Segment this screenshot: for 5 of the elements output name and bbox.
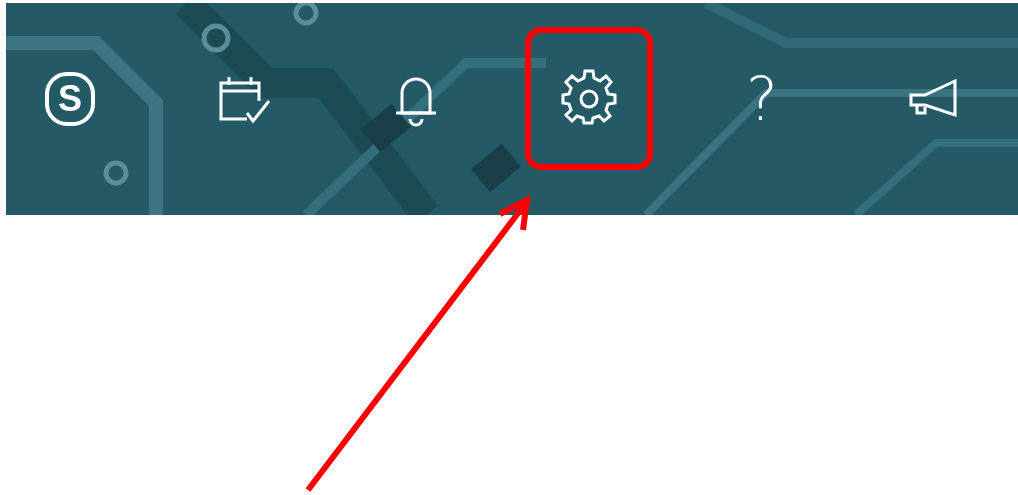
help-icon: ? [746, 68, 778, 129]
toolbar-button[interactable]: ? [698, 27, 826, 170]
chat-icon: S [45, 71, 95, 126]
highlighted-toolbar-button[interactable] [525, 27, 653, 170]
toolbar-button[interactable]: S [6, 27, 134, 170]
